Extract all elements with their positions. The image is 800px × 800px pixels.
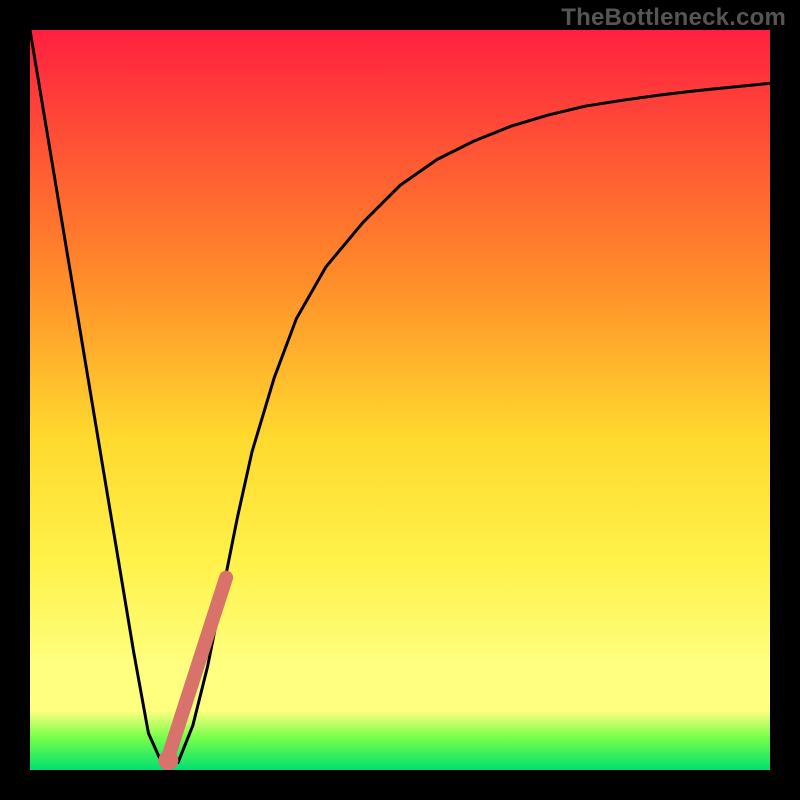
gradient-background [30,30,770,770]
plot-area [30,30,770,770]
chart-frame: TheBottleneck.com [0,0,800,800]
highlight-point [158,750,178,770]
chart-svg [30,30,770,770]
watermark-text: TheBottleneck.com [561,4,786,32]
